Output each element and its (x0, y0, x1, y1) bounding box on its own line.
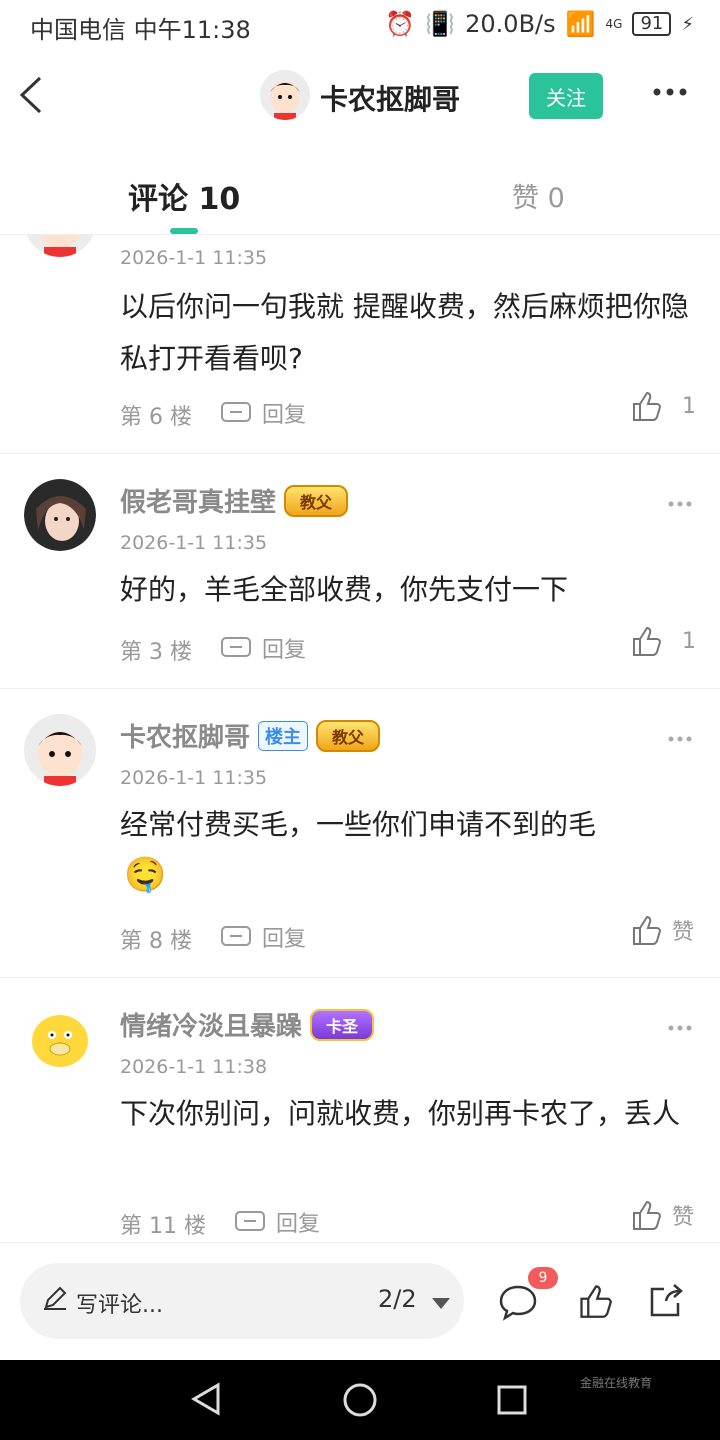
comment-count-badge: 9 (528, 1267, 558, 1289)
header: 卡农抠脚哥 关注 (0, 60, 720, 132)
reply-button[interactable]: 回复 (234, 1206, 320, 1238)
comment-time: 2026-1-1 11:38 (120, 1056, 268, 1078)
comment-text: 下次你别问，问就收费，你别再卡农了，丢人 (120, 1097, 681, 1130)
status-bar: 中国电信 中午11:38 ⏰ 📳 20.0B/s 📶 4G 91 ⚡ (0, 0, 720, 50)
battery-indicator: 91 (632, 12, 672, 36)
comment-list[interactable]: 2026-1-1 11:35 以后你问一句我就 提醒收费，然后麻烦把你隐私打开看… (0, 235, 720, 1241)
username[interactable]: 卡农抠脚哥 楼主 教父 (120, 717, 381, 754)
nav-home-icon[interactable] (342, 1382, 378, 1422)
like-count: 赞 (672, 920, 695, 945)
like-count: 1 (682, 628, 696, 654)
title-badge: 教父 (316, 719, 381, 752)
like-button[interactable]: 赞 (630, 914, 694, 946)
more-options-icon[interactable] (652, 82, 688, 101)
username-text: 情绪冷淡且暴躁 (120, 1012, 303, 1042)
comment-time: 2026-1-1 11:35 (120, 247, 268, 269)
back-icon[interactable] (18, 74, 44, 120)
reply-label: 回复 (262, 927, 307, 952)
comment-more-icon[interactable] (668, 492, 692, 511)
title-badge: 教父 (284, 484, 349, 517)
follow-button[interactable]: 关注 (529, 73, 603, 119)
nav-back-icon[interactable] (190, 1382, 222, 1420)
thumbs-up-icon (633, 915, 662, 945)
thumbs-up-icon[interactable] (576, 1283, 614, 1323)
reply-icon (221, 402, 251, 422)
like-count: 1 (682, 393, 696, 419)
comment-item: 2026-1-1 11:35 以后你问一句我就 提醒收费，然后麻烦把你隐私打开看… (0, 235, 720, 454)
bottom-action-bar: 写评论... 2/2 9 (0, 1242, 720, 1361)
system-nav-bar: 金融在线教育 (0, 1360, 720, 1440)
comment-more-icon[interactable] (668, 1016, 692, 1035)
floor-number: 第 8 楼 (120, 929, 192, 954)
tab-active-indicator (170, 228, 198, 234)
like-button[interactable]: 1 (630, 625, 696, 657)
comment-time: 2026-1-1 11:35 (120, 532, 268, 554)
avatar[interactable] (24, 235, 96, 257)
reply-icon (235, 1211, 265, 1231)
reply-icon (221, 926, 251, 946)
comment-item: 卡农抠脚哥 楼主 教父 2026-1-1 11:35 经常付费买毛，一些你们申请… (0, 689, 720, 978)
avatar[interactable] (24, 479, 96, 551)
reply-button[interactable]: 回复 (220, 632, 306, 664)
chevron-down-icon[interactable] (432, 1295, 450, 1314)
tab-likes[interactable]: 赞 0 (512, 176, 565, 215)
share-icon[interactable] (646, 1283, 684, 1323)
alarm-icon: ⏰ (385, 10, 416, 38)
thumbs-up-icon (633, 626, 662, 656)
username-text: 假老哥真挂壁 (120, 488, 277, 518)
watermark: 金融在线教育 (580, 1376, 653, 1390)
avatar[interactable] (24, 714, 96, 786)
thumbs-up-icon (633, 1200, 662, 1230)
comment-item: 情绪冷淡且暴躁 卡圣 2026-1-1 11:38 下次你别问，问就收费，你别再… (0, 978, 720, 1241)
username[interactable]: 情绪冷淡且暴躁 卡圣 (120, 1006, 375, 1043)
comment-text: 好的，羊毛全部收费，你先支付一下 (120, 573, 569, 606)
wifi-icon: 📶 (565, 10, 596, 38)
floor-number: 第 11 楼 (120, 1214, 206, 1239)
tab-comments[interactable]: 评论 10 (128, 174, 240, 218)
avatar[interactable] (24, 1003, 96, 1075)
header-avatar[interactable] (260, 70, 310, 120)
reply-label: 回复 (262, 403, 307, 428)
page-title: 卡农抠脚哥 (320, 83, 461, 116)
write-comment-input[interactable]: 写评论... 2/2 (20, 1263, 464, 1339)
host-badge: 楼主 (258, 720, 309, 751)
comment-icon[interactable] (498, 1283, 538, 1325)
vibrate-icon: 📳 (425, 10, 456, 38)
nav-recents-icon[interactable] (496, 1384, 528, 1420)
reply-label: 回复 (262, 638, 307, 663)
charging-icon: ⚡ (681, 13, 694, 35)
pen-icon (42, 1285, 68, 1315)
page-indicator[interactable]: 2/2 (378, 1285, 417, 1313)
reply-label: 回复 (276, 1212, 321, 1237)
title-badge: 卡圣 (310, 1008, 375, 1041)
carrier-time: 中国电信 中午11:38 (30, 16, 251, 44)
thumbs-up-icon (633, 391, 662, 421)
comment-more-icon[interactable] (668, 727, 692, 746)
like-button[interactable]: 赞 (630, 1199, 694, 1231)
comment-item: 假老哥真挂壁 教父 2026-1-1 11:35 好的，羊毛全部收费，你先支付一… (0, 454, 720, 689)
tab-bar: 评论 10 赞 0 (0, 150, 720, 235)
username[interactable]: 假老哥真挂壁 教父 (120, 482, 349, 519)
floor-number: 第 3 楼 (120, 640, 192, 665)
comment-text: 以后你问一句我就 提醒收费，然后麻烦把你隐私打开看看呗? (120, 290, 689, 375)
like-count: 赞 (672, 1205, 695, 1230)
reply-button[interactable]: 回复 (220, 921, 306, 953)
like-button[interactable]: 1 (630, 390, 696, 422)
floor-number: 第 6 楼 (120, 405, 192, 430)
comment-time: 2026-1-1 11:35 (120, 767, 268, 789)
network-speed: 20.0B/s (465, 10, 556, 38)
emoji: 🤤 (124, 855, 167, 895)
username-text: 卡农抠脚哥 (120, 723, 251, 753)
network-type: 4G (605, 17, 623, 31)
status-icons: ⏰ 📳 20.0B/s 📶 4G 91 ⚡ (385, 10, 694, 38)
reply-icon (221, 637, 251, 657)
reply-button[interactable]: 回复 (220, 397, 306, 429)
comment-text: 经常付费买毛，一些你们申请不到的毛 (120, 808, 597, 841)
write-comment-placeholder: 写评论... (76, 1293, 163, 1318)
